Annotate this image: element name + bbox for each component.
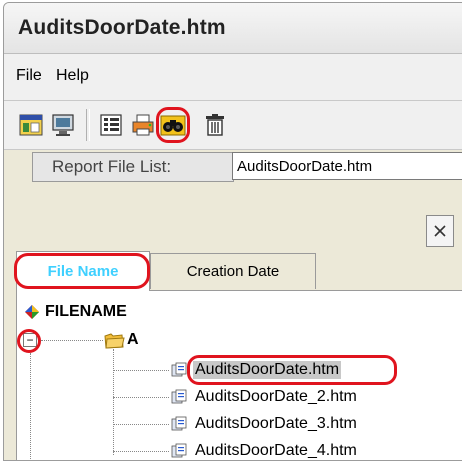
tree-file-item[interactable]: AuditsDoorDate_3.htm [195, 415, 357, 433]
report-file-bar: Report File List: AuditsDoorDate.htm [4, 150, 462, 184]
monitor-icon [52, 114, 74, 136]
html-file-icon [171, 443, 187, 458]
tree-connector [113, 349, 114, 455]
report-file-label: Report File List: [52, 157, 172, 176]
expander-highlight [17, 329, 41, 353]
tab-creation-date[interactable]: Creation Date [150, 253, 316, 289]
tab-creation-date-label: Creation Date [186, 263, 280, 280]
app-window: AuditsDoorDate.htm File Help Report File… [3, 2, 462, 461]
tree-file-item[interactable]: AuditsDoorDate_4.htm [195, 442, 357, 460]
tree-connector [113, 424, 169, 425]
tree-folder-label[interactable]: A [127, 331, 139, 349]
root-icon [25, 305, 39, 319]
monitor-button[interactable] [48, 110, 78, 140]
toolbar [4, 101, 462, 150]
menu-help[interactable]: Help [56, 67, 89, 85]
close-icon [434, 225, 446, 237]
file-tree: FILENAME − A AuditsDoorDate.htm AuditsDo… [16, 291, 462, 460]
title-bar[interactable]: AuditsDoorDate.htm [4, 3, 462, 54]
tree-file-item[interactable]: AuditsDoorDate_2.htm [195, 388, 357, 406]
printer-icon [132, 114, 154, 136]
find-button-highlight [156, 107, 190, 143]
tree-connector [113, 370, 169, 371]
folder-icon [104, 333, 125, 349]
toolbar-separator [86, 109, 90, 141]
list-icon [100, 114, 122, 136]
tree-connector [113, 397, 169, 398]
close-pane-button[interactable] [426, 215, 454, 247]
pane-header [4, 185, 462, 251]
window-title: AuditsDoorDate.htm [18, 16, 226, 39]
tree-connector [113, 451, 169, 452]
trash-icon [206, 114, 224, 136]
list-view-button[interactable] [96, 110, 126, 140]
open-window-button[interactable] [16, 110, 46, 140]
html-file-icon [171, 389, 187, 404]
html-file-icon [171, 416, 187, 431]
menu-bar: File Help [4, 54, 462, 101]
tree-connector [41, 340, 103, 341]
tree-root-label[interactable]: FILENAME [45, 303, 127, 321]
report-file-input[interactable]: AuditsDoorDate.htm [232, 152, 462, 180]
tree-connector [30, 353, 31, 460]
menu-file[interactable]: File [16, 67, 42, 85]
window-icon [19, 114, 43, 136]
selected-file-highlight [187, 355, 397, 385]
print-button[interactable] [128, 110, 158, 140]
delete-button[interactable] [200, 110, 230, 140]
file-name-tab-highlight [14, 253, 150, 289]
html-file-icon [171, 362, 187, 377]
